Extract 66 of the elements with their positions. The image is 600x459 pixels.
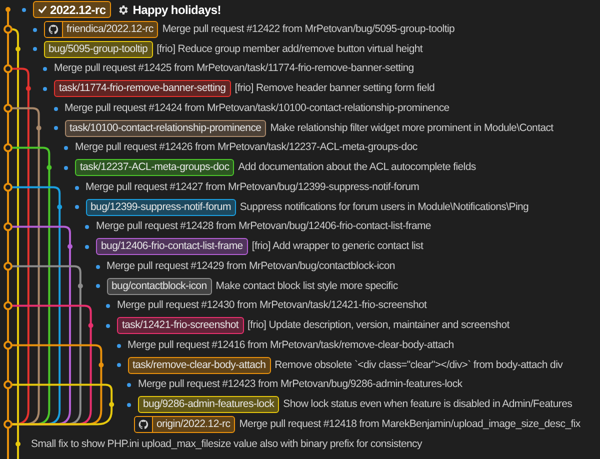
commit-node (36, 126, 42, 130)
branch-tag[interactable]: task/10100-contact-relationship-prominence (64, 120, 266, 137)
merge-node (4, 24, 12, 34)
commit-node (88, 323, 94, 328)
branch-name: 2022.12-rc (49, 2, 107, 18)
merge-node (4, 262, 12, 271)
commit-message: Merge pull request #12427 from MrPetovan/bug/12399-suppress-notif-forum (86, 180, 420, 195)
commit-message: Merge pull request #12429 from MrPetovan/bug/contactblock-icon (106, 258, 395, 274)
merge-node (4, 64, 12, 74)
commit-message: Merge pull request #12425 from MrPetovan/task/11774-frio-remove-banner-setting (54, 61, 414, 76)
commit-node (57, 204, 62, 210)
branch-tag[interactable]: task/remove-clear-body-attach (128, 356, 271, 374)
current-branch-tag[interactable]: 2022.12-rc (33, 1, 111, 18)
branch-tag[interactable]: bug/5095-group-tooltip (44, 40, 153, 58)
merge-node (4, 301, 12, 310)
commit-node (6, 7, 10, 12)
commit-message: Merge pull request #12430 from MrPetovan/task/12421-frio-screenshot (117, 298, 427, 314)
gear-icon (116, 4, 129, 16)
remote-branch-name: origin/2022.12-rc (156, 417, 232, 432)
branch-tag[interactable]: task/12237-ACL-meta-groups-doc (75, 159, 234, 176)
branch-tag[interactable]: task/12421-frio-screenshot (117, 317, 244, 334)
merge-node (4, 143, 12, 152)
remote-branch-tag[interactable]: origin/2022.12-rc (134, 416, 236, 434)
branch-tag[interactable]: task/11774-frio-remove-banner-setting (54, 80, 231, 98)
commit-message: Remove obsolete `<div class="clear"></div>` from body-attach div (274, 358, 563, 372)
commit-message: Merge pull request #12423 from MrPetovan/bug/9286-admin-features-lock (138, 377, 462, 392)
commit-message: Small fix to show PHP.ini upload_max_filesize value also with binary prefix for consistency (31, 436, 422, 452)
commit-node (109, 402, 114, 407)
commit-message: Make contact block list style more specific (216, 278, 398, 294)
commit-message: [frio] Add wrapper to generic contact list (252, 239, 424, 254)
branch-tag[interactable]: bug/12399-suppress-notif-forum (86, 198, 236, 216)
commit-message: Happy holidays! (132, 2, 221, 19)
branch-tag[interactable]: bug/9286-admin-features-lock (138, 396, 280, 414)
branch-tag[interactable]: bug/12406-frio-contact-list-frame (96, 238, 248, 256)
merge-node (4, 222, 12, 232)
cat-logo-icon (138, 419, 148, 430)
commit-message: Merge pull request #12424 from MrPetovan/task/10100-contact-relationship-prominence (64, 100, 450, 116)
commit-message: Merge pull request #12418 from MarekBenjamin/upload_image_size_desc_fix (239, 416, 580, 432)
commit-message: Show lock status even when feature is disabled in Admin/Features (283, 397, 572, 412)
merge-node (4, 340, 12, 350)
branch-tag[interactable]: bug/contactblock-icon (106, 278, 212, 295)
commit-node (26, 86, 31, 91)
commit-node (46, 165, 52, 170)
commit-message: Merge pull request #12416 from MrPetovan/task/remove-clear-body-attach (128, 338, 454, 353)
merge-node (4, 380, 12, 390)
merge-node (4, 420, 12, 429)
commit-message: Make relationship filter widget more prominent in Module\Contact (270, 120, 554, 136)
commit-message: [frio] Reduce group member add/remove button virtual height (156, 42, 423, 56)
commit-message: Add documentation about the ACL autocomplete fields (238, 160, 476, 175)
remote-branch-name: friendica/2022.12-rc (66, 22, 154, 37)
remote-branch-tag[interactable]: friendica/2022.12-rc (44, 21, 158, 38)
commit-node (68, 244, 72, 249)
merge-node (4, 182, 12, 192)
commit-node (98, 362, 104, 368)
commit-message: Merge pull request #12428 from MrPetovan/bug/12406-frio-contact-list-frame (96, 219, 431, 234)
commit-node (16, 46, 20, 52)
commit-message: [frio] Update description, version, maintainer and screenshot (248, 318, 510, 333)
commit-node (16, 442, 20, 446)
commit-message: Suppress notifications for forum users in Module\Notifications\Ping (240, 200, 529, 214)
merge-node (4, 104, 12, 113)
commit-message: [frio] Remove header banner setting form field (234, 81, 435, 96)
commit-message: Merge pull request #12422 from MrPetovan/bug/5095-group-tooltip (162, 22, 455, 37)
check-icon (38, 5, 47, 14)
cat-logo-icon (48, 24, 58, 36)
commit-node (78, 284, 83, 288)
commit-message: Merge pull request #12426 from MrPetovan/task/12237-ACL-meta-groups-doc (75, 140, 418, 156)
